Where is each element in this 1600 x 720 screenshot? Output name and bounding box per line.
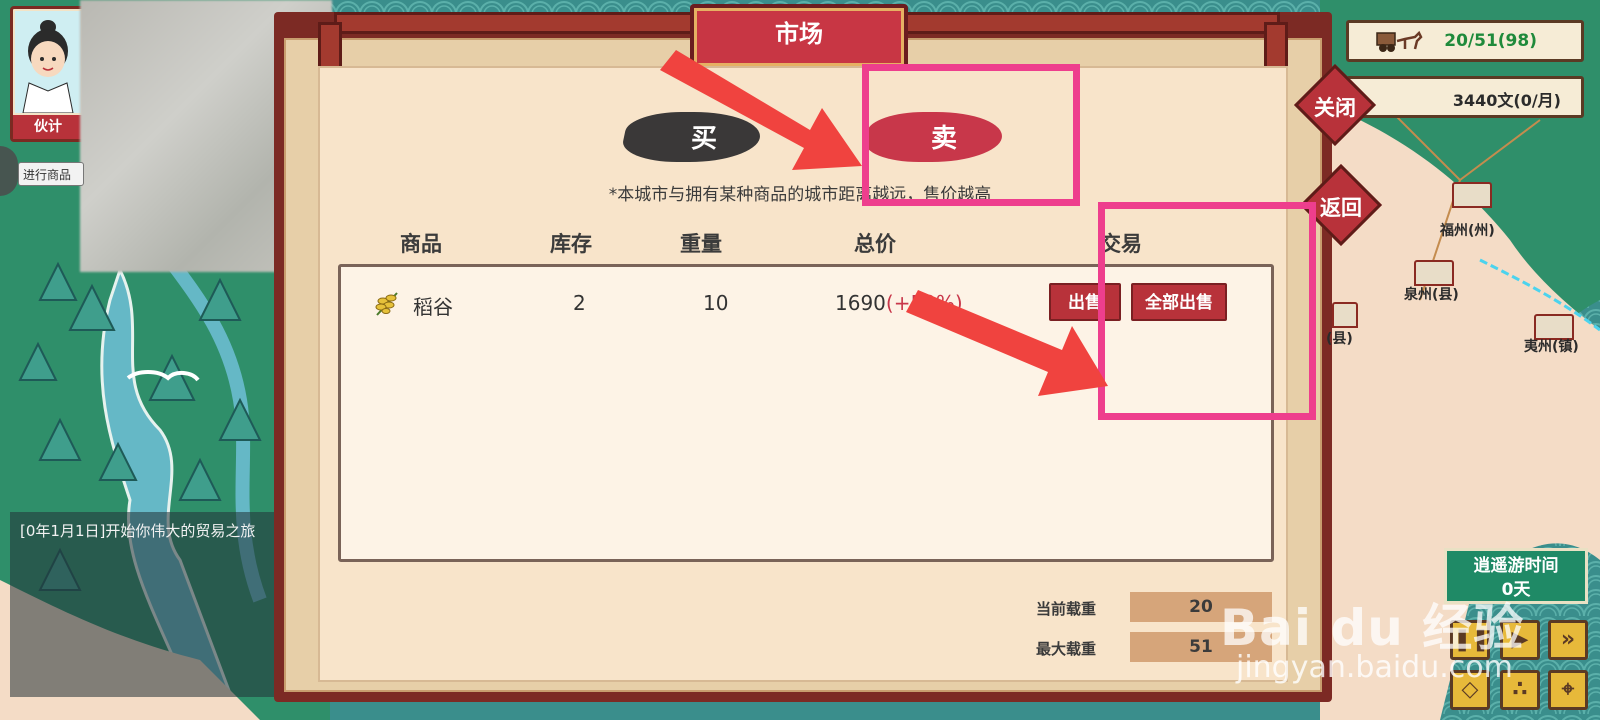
log-message: [0年1月1日]开始你伟大的贸易之旅 — [20, 522, 256, 540]
horse-cart-icon — [1376, 30, 1423, 52]
market-title: 市场 — [690, 4, 908, 70]
rice-grain-icon — [375, 292, 398, 316]
city-partial-icon[interactable] — [1332, 302, 1358, 328]
city-quanzhou[interactable]: 泉州(县) — [1404, 284, 1459, 304]
cargo-value: 20/51(98) — [1444, 31, 1537, 51]
column-header-stock: 库存 — [550, 232, 592, 256]
tab-buy[interactable]: 买 — [674, 118, 734, 155]
money-value: 3440文(0/月) — [1452, 91, 1561, 110]
price-change: (+59%) — [885, 291, 963, 315]
close-button[interactable]: 关闭 — [1300, 92, 1370, 122]
city-fuzhou[interactable]: 福州(州) — [1440, 220, 1495, 240]
annotation-box-sell-tab — [862, 64, 1080, 206]
current-load-label: 当前载重 — [1036, 600, 1097, 618]
city-quanzhou-icon[interactable] — [1414, 260, 1454, 286]
item-weight: 10 — [703, 291, 729, 315]
back-button[interactable]: 返回 — [1306, 192, 1376, 222]
city-fuzhou-icon[interactable] — [1452, 182, 1492, 208]
column-header-item: 商品 — [400, 232, 442, 256]
max-load-label: 最大载重 — [1036, 640, 1097, 658]
item-total-price: 1690(+59%) — [835, 291, 963, 315]
column-header-weight: 重量 — [680, 232, 722, 256]
watermark-url: jingyan.baidu.com — [1236, 650, 1513, 685]
event-log: [0年1月1日]开始你伟大的贸易之旅 — [10, 512, 275, 697]
city-yizhou[interactable]: 夷州(镇) — [1524, 336, 1579, 356]
city-partial[interactable]: (县) — [1326, 328, 1353, 348]
column-header-total-price: 总价 — [854, 232, 896, 256]
companion-label: 伙计 — [13, 115, 83, 139]
total-price-value: 1690 — [835, 291, 886, 315]
trade-goods-tab[interactable]: 进行商品 — [18, 162, 84, 186]
companion-card[interactable]: 伙计 — [10, 6, 86, 142]
cargo-indicator: 20/51(98) — [1346, 20, 1584, 62]
money-indicator: 3440文(0/月) — [1346, 76, 1584, 118]
travel-time-title: 逍遥游时间 — [1473, 556, 1559, 576]
companion-portrait — [15, 11, 81, 113]
fast-forward-icon[interactable]: » — [1548, 620, 1588, 660]
location-pin-icon[interactable]: ⌖ — [1548, 670, 1588, 710]
item-name: 稻谷 — [413, 295, 453, 319]
item-stock: 2 — [573, 291, 586, 315]
annotation-box-trade-buttons — [1098, 202, 1316, 420]
